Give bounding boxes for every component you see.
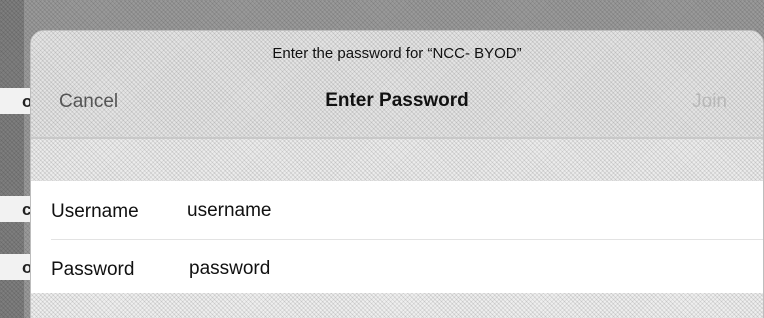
password-row: Password (31, 239, 763, 297)
username-row: Username (31, 181, 763, 240)
password-label: Password (51, 259, 135, 280)
dialog-header: Enter the password for “NCC- BYOD” Cance… (31, 31, 763, 139)
background-list-row: c (0, 196, 31, 222)
username-field[interactable] (187, 200, 587, 222)
username-label: Username (51, 201, 139, 222)
password-field[interactable] (189, 258, 589, 280)
dialog-title: Enter Password (325, 90, 469, 111)
dialog-footer (31, 293, 763, 318)
password-dialog: Enter the password for “NCC- BYOD” Cance… (30, 30, 764, 318)
credentials-form: Username Password (31, 181, 763, 301)
background-list-row: o (0, 254, 32, 280)
dialog-prompt: Enter the password for “NCC- BYOD” (272, 45, 522, 62)
join-button[interactable]: Join (692, 91, 727, 113)
section-separator (31, 139, 763, 181)
background-list-row: o (0, 88, 32, 114)
